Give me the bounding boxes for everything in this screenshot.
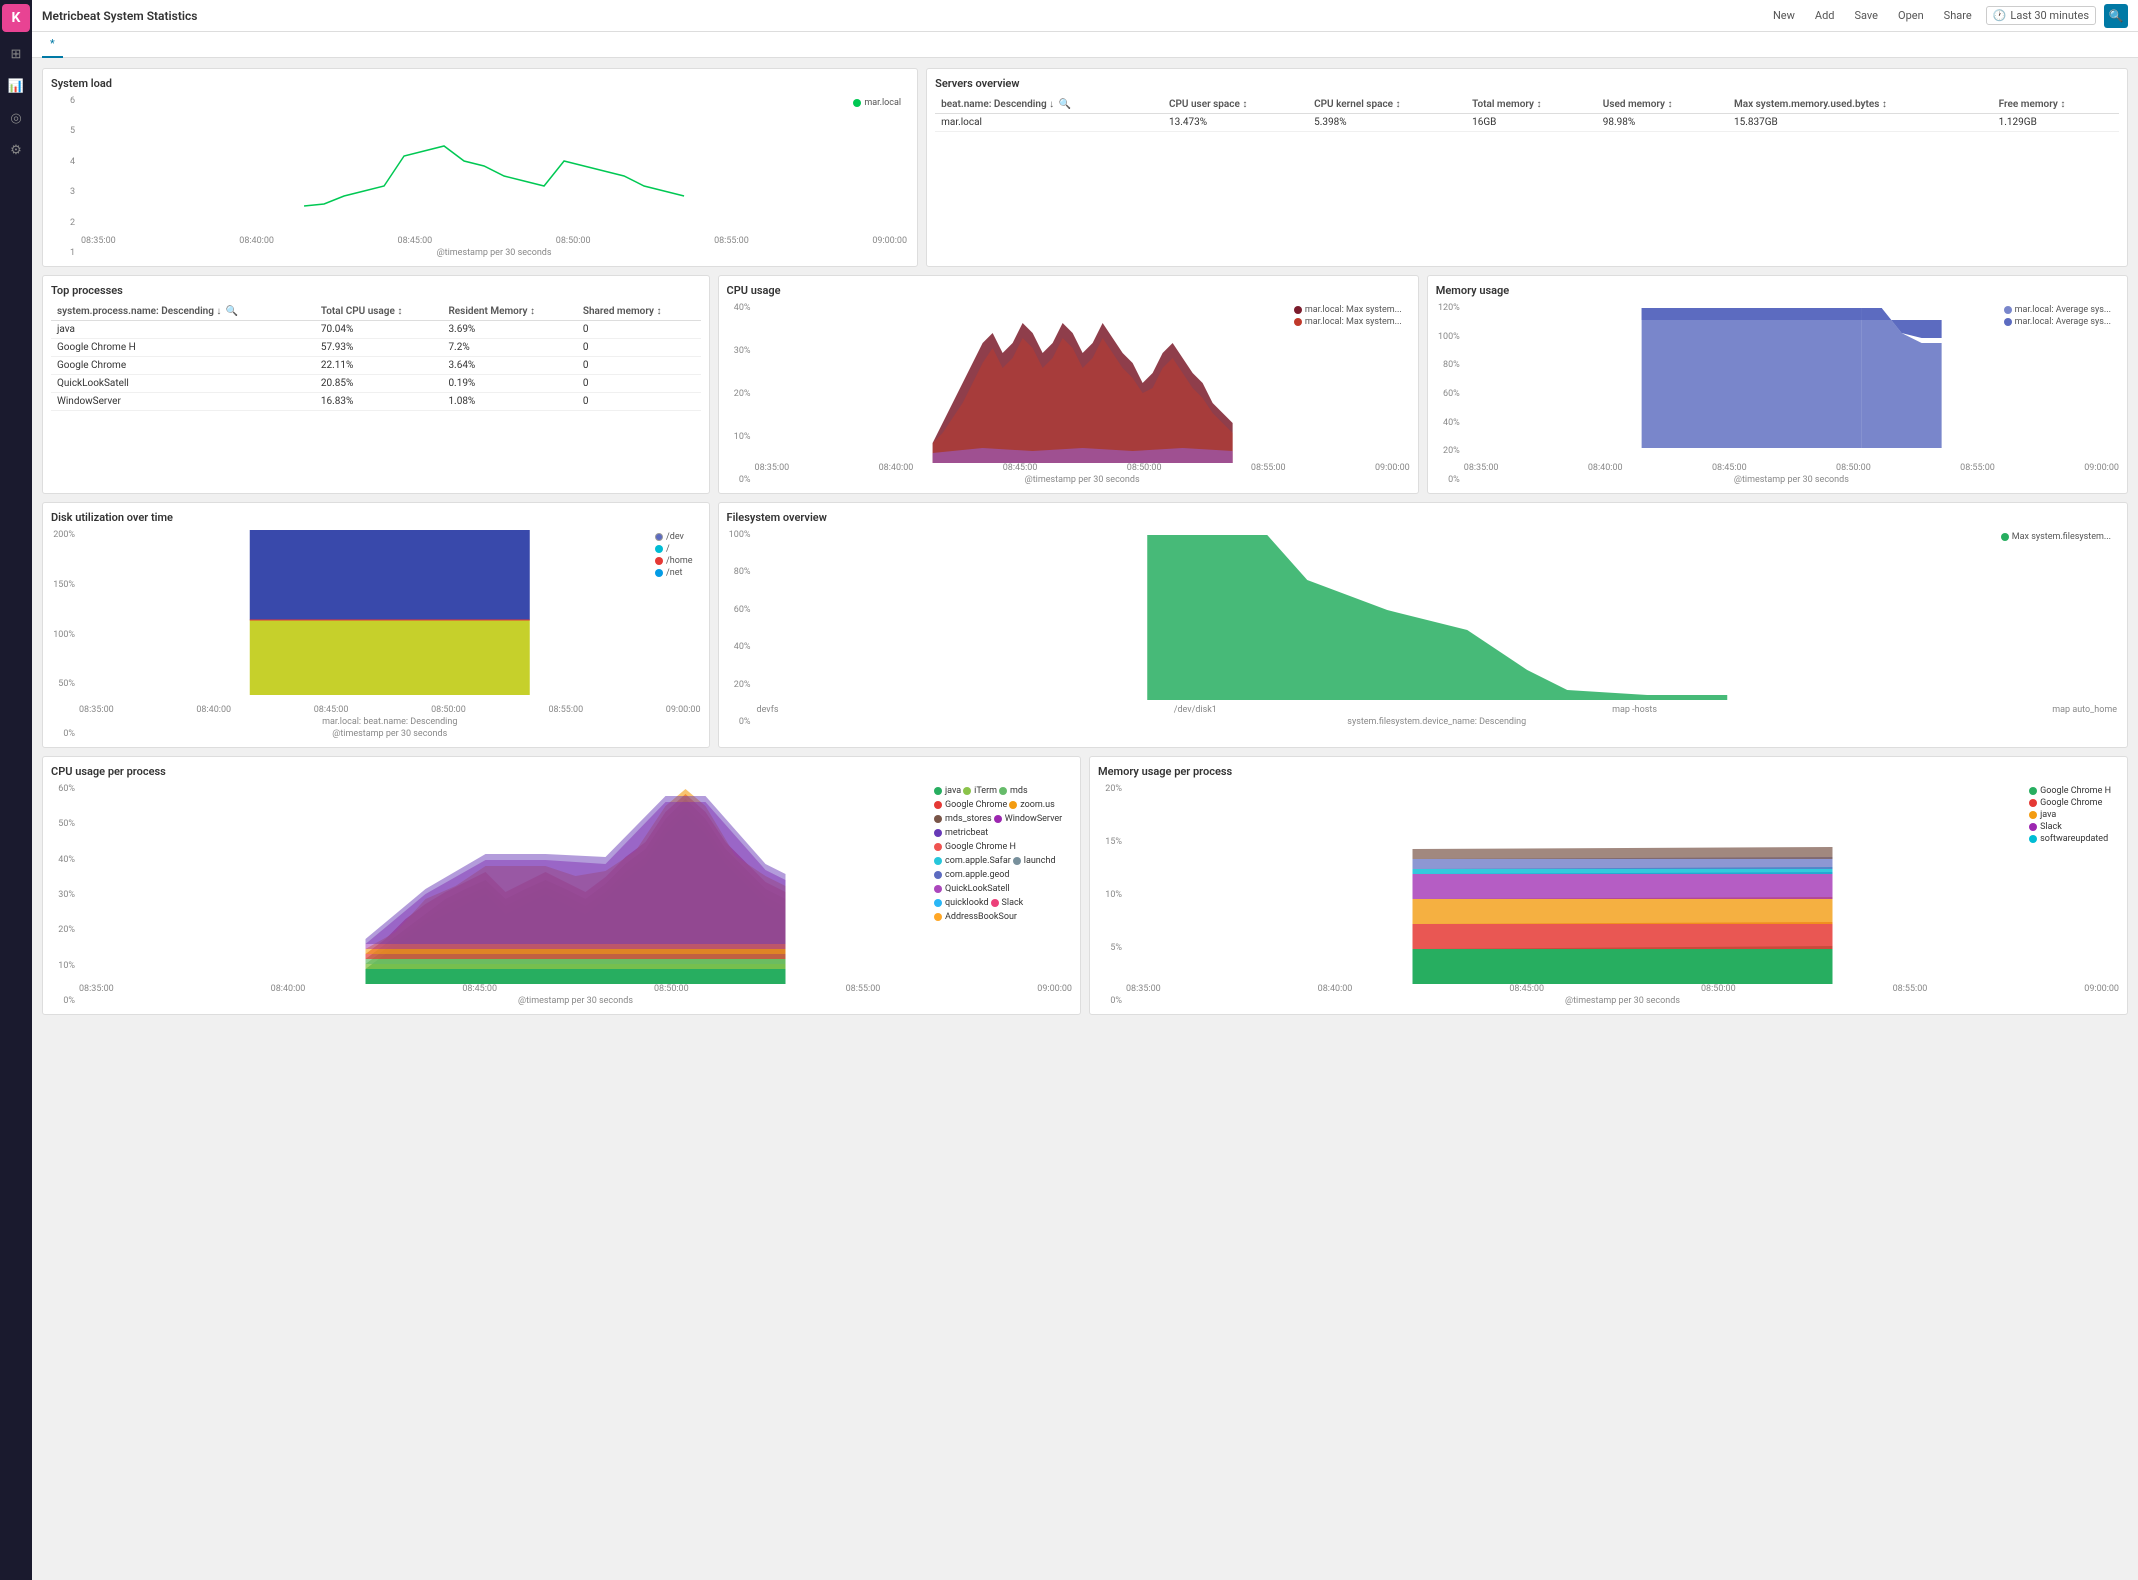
memory-usage-chart: mar.local: Average sys... mar.local: Ave…: [1436, 303, 2119, 485]
col-total-mem[interactable]: Total memory ↕: [1466, 96, 1597, 114]
col-cpu-user[interactable]: CPU user space ↕: [1163, 96, 1308, 114]
add-button[interactable]: Add: [1809, 7, 1841, 24]
new-button[interactable]: New: [1767, 7, 1801, 24]
cpu-usage-x-axis: @timestamp per 30 seconds: [755, 475, 1410, 485]
y-axis-load: 6 5 4 3 2 1: [51, 96, 79, 258]
disk-util-svg: [79, 530, 701, 705]
system-load-x-axis: @timestamp per 30 seconds: [79, 248, 909, 258]
memory-usage-svg: [1464, 303, 2119, 463]
row-1: System load 6 5 4 3 2 1: [42, 68, 2128, 267]
top-processes-panel: Top processes system.process.name: Desce…: [42, 275, 710, 494]
col-max-mem[interactable]: Max system.memory.used.bytes ↕: [1728, 96, 1993, 114]
memory-usage-panel: Memory usage mar.local: Average sys... m…: [1427, 275, 2128, 494]
cpu-per-process-panel: CPU usage per process java iTerm mds Goo…: [42, 756, 1081, 1015]
col-cpu-kernel[interactable]: CPU kernel space ↕: [1308, 96, 1466, 114]
topbar-actions: New Add Save Open Share 🕐 Last 30 minute…: [1767, 4, 2128, 28]
search-button[interactable]: 🔍: [2104, 4, 2128, 28]
top-processes-title: Top processes: [51, 284, 701, 297]
clock-icon: 🕐: [1993, 9, 2007, 22]
table-row: mar.local 13.473% 5.398% 16GB 98.98% 15.…: [935, 114, 2119, 132]
memory-per-process-x-axis: @timestamp per 30 seconds: [1126, 996, 2119, 1006]
memory-usage-title: Memory usage: [1436, 284, 2119, 297]
sidebar-icon-dashboard[interactable]: 📊: [2, 72, 30, 100]
disk-util-sub: mar.local: beat.name: Descending: [79, 717, 701, 727]
col-cpu-total[interactable]: Total CPU usage ↕: [315, 303, 443, 321]
system-load-chart-inner: mar.local 08:35:00 08:40:00 08:45:00 08:…: [79, 96, 909, 258]
table-row: WindowServer16.83%1.08%0: [51, 393, 701, 411]
sidebar-icon-home[interactable]: ⊞: [2, 40, 30, 68]
cpu-usage-svg: [755, 303, 1410, 463]
col-procname[interactable]: system.process.name: Descending ↓ 🔍: [51, 303, 315, 321]
col-used-mem[interactable]: Used memory ↕: [1597, 96, 1728, 114]
time-filter[interactable]: 🕐 Last 30 minutes: [1986, 6, 2096, 25]
tab-main[interactable]: *: [42, 32, 63, 58]
app-logo[interactable]: K: [2, 4, 30, 32]
system-load-svg: [79, 96, 909, 236]
memory-usage-x-axis: @timestamp per 30 seconds: [1464, 475, 2119, 485]
col-beatname[interactable]: beat.name: Descending ↓ 🔍: [935, 96, 1163, 114]
filesystem-chart: Max system.filesystem... 100% 80% 60% 40…: [727, 530, 2119, 727]
col-free-mem[interactable]: Free memory ↕: [1993, 96, 2119, 114]
servers-table: beat.name: Descending ↓ 🔍 CPU user space…: [935, 96, 2119, 132]
disk-util-chart: /dev / /home /net 200% 150% 100% 50% 0%: [51, 530, 701, 739]
top-processes-table: system.process.name: Descending ↓ 🔍 Tota…: [51, 303, 701, 411]
filesystem-svg: [755, 530, 2119, 705]
servers-overview-panel: Servers overview beat.name: Descending ↓…: [926, 68, 2128, 267]
share-button[interactable]: Share: [1938, 7, 1978, 24]
time-filter-label: Last 30 minutes: [2010, 9, 2089, 22]
memory-per-process-title: Memory usage per process: [1098, 765, 2119, 778]
system-load-panel: System load 6 5 4 3 2 1: [42, 68, 918, 267]
cpu-per-process-x-axis: @timestamp per 30 seconds: [79, 996, 1072, 1006]
table-row: java70.04%3.69%0: [51, 321, 701, 339]
table-row: QuickLookSatell20.85%0.19%0: [51, 375, 701, 393]
filesystem-x-axis: system.filesystem.device_name: Descendin…: [755, 717, 2119, 727]
cpu-per-process-chart: java iTerm mds Google Chrome zoom.us mds…: [51, 784, 1072, 1006]
system-load-chart: 6 5 4 3 2 1 mar.local: [51, 96, 909, 258]
sidebar: K ⊞ 📊 ◎ ⚙: [0, 0, 32, 1580]
col-shared-mem[interactable]: Shared memory ↕: [577, 303, 701, 321]
row-2: Top processes system.process.name: Desce…: [42, 275, 2128, 494]
table-row: Google Chrome22.11%3.64%0: [51, 357, 701, 375]
row-4: CPU usage per process java iTerm mds Goo…: [42, 756, 2128, 1015]
memory-per-process-chart: Google Chrome H Google Chrome java Slack…: [1098, 784, 2119, 1006]
disk-util-title: Disk utilization over time: [51, 511, 701, 524]
sidebar-icon-discover[interactable]: ◎: [2, 104, 30, 132]
row-3: Disk utilization over time /dev / /home …: [42, 502, 2128, 748]
memory-per-process-svg: [1126, 784, 2119, 984]
topbar: Metricbeat System Statistics New Add Sav…: [32, 0, 2138, 32]
memory-per-process-panel: Memory usage per process Google Chrome H…: [1089, 756, 2128, 1015]
cpu-per-process-title: CPU usage per process: [51, 765, 1072, 778]
dashboard-content: System load 6 5 4 3 2 1: [32, 58, 2138, 1580]
page-title: Metricbeat System Statistics: [42, 9, 1767, 23]
tab-bar: *: [32, 32, 2138, 58]
save-button[interactable]: Save: [1848, 7, 1884, 24]
filesystem-panel: Filesystem overview Max system.filesyste…: [718, 502, 2128, 748]
disk-util-panel: Disk utilization over time /dev / /home …: [42, 502, 710, 748]
main-area: Metricbeat System Statistics New Add Sav…: [32, 0, 2138, 1580]
cpu-usage-title: CPU usage: [727, 284, 1410, 297]
filesystem-title: Filesystem overview: [727, 511, 2119, 524]
servers-overview-title: Servers overview: [935, 77, 2119, 90]
open-button[interactable]: Open: [1892, 7, 1930, 24]
disk-util-x-axis: @timestamp per 30 seconds: [79, 729, 701, 739]
cpu-usage-chart: mar.local: Max system... mar.local: Max …: [727, 303, 1410, 485]
sidebar-icon-settings[interactable]: ⚙: [2, 136, 30, 164]
system-load-legend: mar.local: [853, 98, 901, 110]
system-load-title: System load: [51, 77, 909, 90]
col-res-mem[interactable]: Resident Memory ↕: [442, 303, 576, 321]
cpu-per-process-svg: [79, 784, 1072, 984]
table-row: Google Chrome H57.93%7.2%0: [51, 339, 701, 357]
cpu-usage-panel: CPU usage mar.local: Max system... mar.l…: [718, 275, 1419, 494]
